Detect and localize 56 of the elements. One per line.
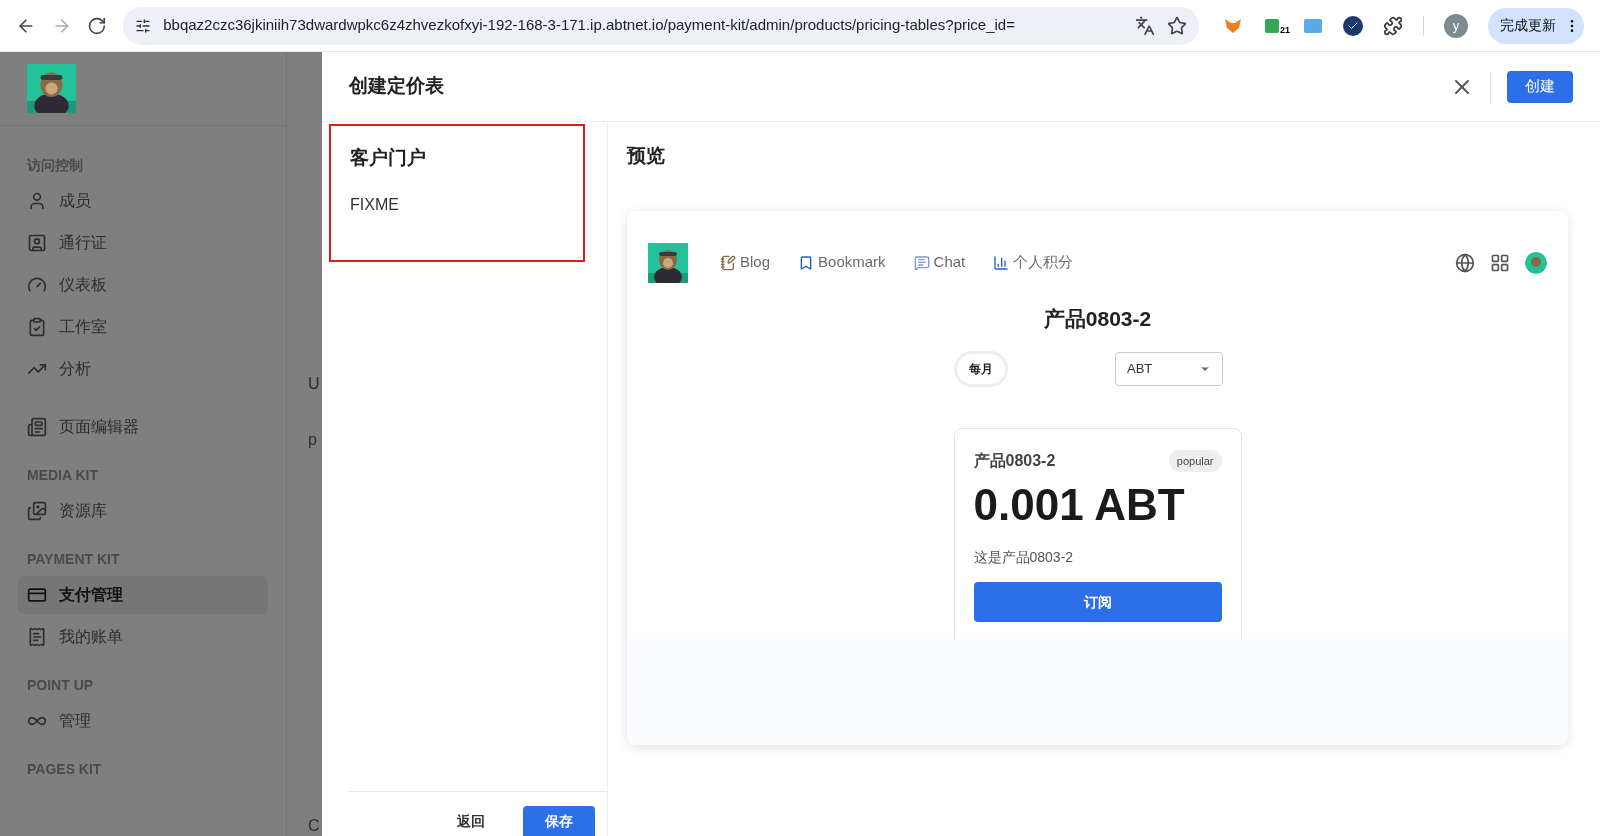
reload-icon[interactable]: [87, 15, 108, 36]
sidebar-item[interactable]: 页面编辑器: [18, 408, 268, 446]
nav-link[interactable]: Blog: [720, 251, 771, 274]
tray-check-icon: [27, 317, 47, 337]
sidebar-item[interactable]: 资源库: [18, 492, 268, 530]
star-icon[interactable]: [1167, 15, 1187, 36]
gauge-icon: [27, 275, 47, 295]
bar-chart-icon: [993, 254, 1010, 271]
card-description: 这是产品0803-2: [973, 548, 1075, 567]
receipt-icon: [27, 627, 47, 647]
back-button[interactable]: 返回: [449, 806, 493, 836]
portal-title: 客户门户: [350, 146, 427, 170]
profile-avatar[interactable]: y: [1444, 13, 1468, 38]
background-text: U: [308, 374, 321, 394]
sidebar-item[interactable]: 支付管理: [18, 576, 268, 614]
card-icon: [27, 585, 47, 605]
create-button[interactable]: 创建: [1507, 70, 1573, 103]
sidebar-item[interactable]: 管理: [18, 702, 268, 740]
puzzle-icon[interactable]: [1383, 15, 1403, 36]
background-text: p: [308, 430, 318, 450]
subscribe-button[interactable]: 订阅: [973, 582, 1222, 622]
translate-icon[interactable]: [1135, 15, 1155, 36]
popular-badge: popular: [1168, 449, 1222, 473]
sidebar-item[interactable]: 我的账单: [18, 618, 268, 656]
nav-link[interactable]: Bookmark: [798, 251, 886, 274]
notebook-icon: [720, 254, 736, 271]
sidebar-item[interactable]: 成员: [18, 182, 268, 220]
background-text: C: [308, 816, 321, 836]
interval-toggle[interactable]: 每月: [957, 354, 1005, 384]
update-button[interactable]: 完成更新: [1488, 7, 1584, 44]
address-bar[interactable]: bbqaz2czc36jkiniih73dwardwpkc6z4zhvezkofxyi-192-168-3-171.ip.abtnet.io/payment-kit/admin/products/pricing-tables?price_id=: [123, 6, 1199, 45]
globe-icon[interactable]: [1455, 252, 1475, 273]
save-button[interactable]: 保存: [523, 806, 595, 836]
site-settings-icon[interactable]: [135, 17, 152, 34]
grid-icon[interactable]: [1490, 252, 1510, 273]
preview-title: 预览: [627, 144, 666, 168]
check-extension-icon[interactable]: [1343, 15, 1363, 36]
document-icon: [27, 417, 47, 437]
nav-link[interactable]: Chat: [913, 251, 966, 274]
currency-select[interactable]: ABT: [1115, 352, 1223, 386]
url-text: bbqaz2czc36jkiniih73dwardwpkc6z4zhvezkofxyi-192-168-3-171.ip.abtnet.io/payment-kit/admin/products/pricing-tables?price_id=: [163, 15, 1015, 36]
images-icon: [27, 501, 47, 521]
sidebar-item[interactable]: 仪表板: [18, 266, 268, 304]
portal-text: FIXME: [350, 194, 400, 215]
sidebar-item[interactable]: 分析: [18, 350, 268, 388]
product-title: 产品0803-2: [1043, 305, 1152, 332]
person-icon: [27, 191, 47, 211]
nav-link[interactable]: 个人积分: [993, 251, 1074, 274]
price: 0.001 ABT: [973, 483, 1186, 527]
user-avatar[interactable]: [1525, 251, 1547, 274]
sidebar-item[interactable]: 工作室: [18, 308, 268, 346]
drawer-title: 创建定价表: [349, 74, 444, 99]
id-card-icon: [27, 233, 47, 253]
sidebar-item[interactable]: 通行证: [18, 224, 268, 262]
chat-icon: [913, 254, 930, 271]
card-name: 产品0803-2: [973, 451, 1056, 471]
